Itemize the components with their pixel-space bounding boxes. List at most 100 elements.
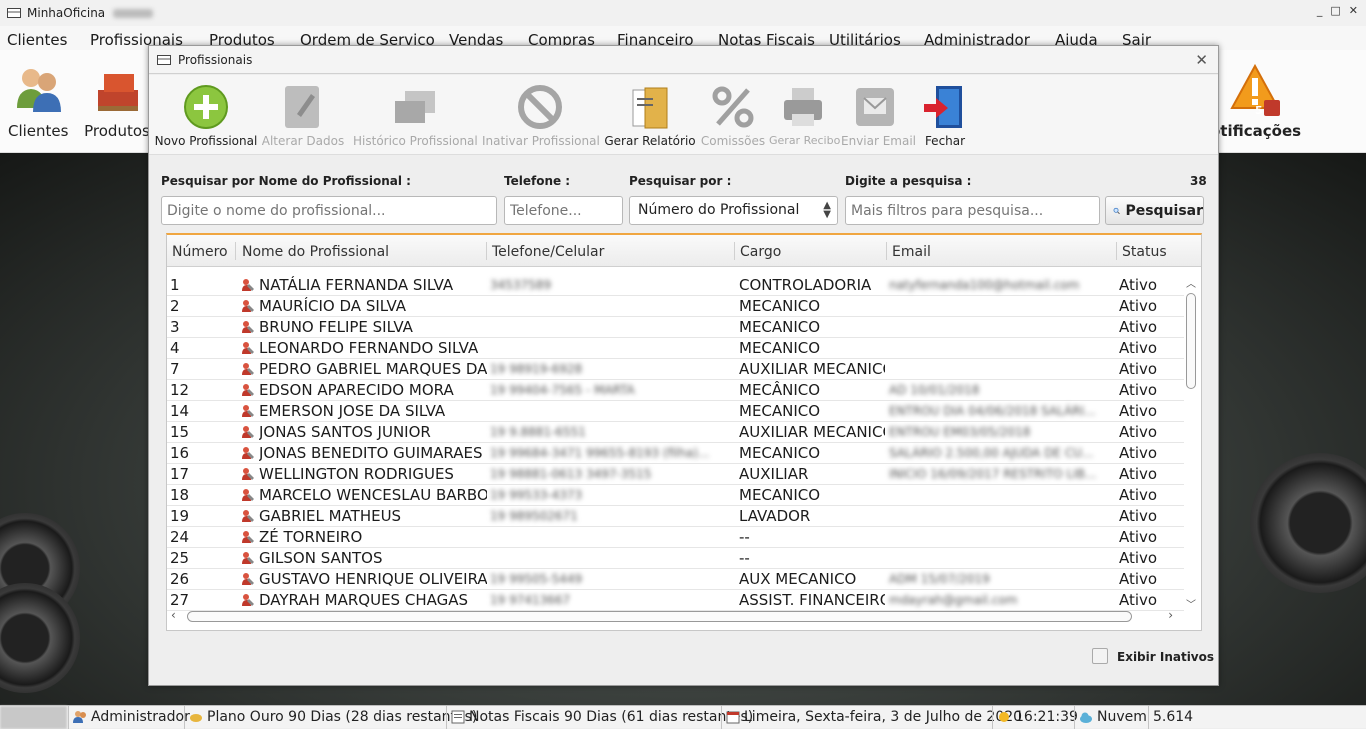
cell-cargo: MECÂNICO: [739, 381, 821, 399]
cell-email: natyfernanda100@hotmail.com: [889, 278, 1080, 292]
inativar-profissional-label: Inativar Profissional: [482, 134, 600, 148]
exit-door-icon: [921, 83, 969, 131]
nome-search-input[interactable]: [161, 196, 497, 225]
scroll-up-icon[interactable]: ︿: [1186, 275, 1196, 290]
header-cargo[interactable]: Cargo: [740, 244, 781, 260]
clientes-toolbar-button[interactable]: Clientes: [8, 62, 68, 140]
novo-profissional-button[interactable]: Novo Profissional: [154, 83, 258, 148]
table-row[interactable]: 14 EMERSON JOSE DA SILVA MECANICO ENTROU DI…: [167, 401, 1184, 422]
pesquisar-por-value: Número do Profissional: [638, 202, 800, 218]
status-plano-label: Plano Ouro 90 Dias (28 dias restantes): [207, 709, 478, 725]
status-nuvem[interactable]: Nuvem: [1079, 709, 1147, 725]
boxes-icon: [90, 62, 144, 116]
table-row[interactable]: 19 GABRIEL MATHEUS 19 989502671 LAVADOR Ativ…: [167, 506, 1184, 527]
cell-numero: 7: [170, 360, 180, 378]
table-row[interactable]: 12 EDSON APARECIDO MORA 19 99404-7565 - MA…: [167, 380, 1184, 401]
blurred-user-cell: [0, 706, 67, 729]
table-row[interactable]: 25 GILSON SANTOS -- Ativo: [167, 548, 1184, 569]
enviar-email-button[interactable]: Enviar Email: [841, 83, 916, 148]
header-separator: [886, 242, 887, 260]
scrollbar-thumb[interactable]: [187, 611, 1132, 622]
table-row[interactable]: 4 LEONARDO FERNANDO SILVA MECANICO Ativo: [167, 338, 1184, 359]
header-nome[interactable]: Nome do Profissional: [242, 244, 389, 260]
cell-telefone: 19 99684-3471 99655-8193 (filha)...: [490, 446, 710, 460]
cell-nome: GABRIEL MATHEUS: [259, 507, 402, 525]
cell-telefone: 19 98919-6928: [490, 362, 583, 376]
calendar-icon: [726, 711, 740, 724]
cell-nome: BRUNO FELIPE SILVA: [259, 318, 413, 336]
table-row[interactable]: 16 JONAS BENEDITO GUIMARAES 19 99684-3471 …: [167, 443, 1184, 464]
produtos-toolbar-button[interactable]: Produtos: [84, 62, 150, 140]
scroll-left-icon[interactable]: ‹: [171, 608, 176, 622]
cell-telefone: 34537589: [490, 278, 552, 292]
cell-cargo: MECANICO: [739, 444, 821, 462]
percent-icon: [709, 83, 757, 131]
professional-icon: [241, 320, 255, 334]
cell-nome: MARCELO WENCESLAU BARBOS...: [259, 486, 487, 504]
cell-numero: 15: [170, 423, 190, 441]
table-row[interactable]: 1 NATÁLIA FERNANDA SILVA 34537589 CONTROLAD…: [167, 275, 1184, 296]
comissoes-button[interactable]: Comissões: [700, 83, 766, 148]
scroll-right-icon[interactable]: ›: [1168, 608, 1173, 622]
gerar-relatorio-button[interactable]: Gerar Relatório: [604, 83, 696, 148]
comissoes-label: Comissões: [700, 134, 766, 148]
alterar-dados-button[interactable]: Alterar Dados: [261, 83, 345, 148]
cell-nome: JONAS BENEDITO GUIMARAES: [259, 444, 483, 462]
dialog-toolbar: Novo Profissional Alterar Dados Históric…: [149, 75, 1218, 155]
header-telefone[interactable]: Telefone/Celular: [492, 244, 604, 260]
scrollbar-thumb[interactable]: [1186, 293, 1196, 389]
pesquisar-button[interactable]: Pesquisar: [1105, 196, 1204, 225]
scroll-down-icon[interactable]: ﹀: [1186, 596, 1196, 611]
fechar-button[interactable]: Fechar: [917, 83, 973, 148]
minimize-button[interactable]: _: [1317, 4, 1323, 17]
table-row[interactable]: 24 ZÉ TORNEIRO -- Ativo: [167, 527, 1184, 548]
notificacoes-toolbar-button[interactable]: 5 otificações: [1210, 62, 1301, 140]
status-bar: Administrador Plano Ouro 90 Dias (28 dia…: [0, 705, 1366, 729]
status-hora: 16:21:39: [997, 709, 1078, 725]
cell-telefone: 19 97413667: [490, 593, 571, 607]
cell-numero: 4: [170, 339, 180, 357]
professional-icon: [241, 509, 255, 523]
horizontal-scrollbar[interactable]: ‹ ›: [171, 608, 1183, 624]
result-count: 38: [1190, 174, 1207, 188]
dialog-close-button[interactable]: ✕: [1195, 51, 1208, 69]
cell-nome: ZÉ TORNEIRO: [259, 528, 363, 546]
table-row[interactable]: 7 PEDRO GABRIEL MARQUES DA ... 19 98919-69…: [167, 359, 1184, 380]
menu-clientes[interactable]: Clientes: [7, 31, 67, 49]
cell-email: SALÁRIO 2.500,00 AJUDA DE CU...: [889, 446, 1094, 460]
table-row[interactable]: 17 WELLINGTON RODRIGUES 19 98881-0613 3497…: [167, 464, 1184, 485]
close-button[interactable]: ✕: [1349, 4, 1358, 17]
pesquisar-label: Pesquisar: [1125, 202, 1203, 219]
dialog-titlebar: Profissionais ✕: [149, 46, 1218, 74]
header-email[interactable]: Email: [892, 244, 931, 260]
exibir-inativos-checkbox[interactable]: [1092, 648, 1108, 664]
professional-icon: [241, 593, 255, 607]
cell-status: Ativo: [1119, 423, 1158, 441]
header-numero[interactable]: Número: [172, 244, 228, 260]
user-name-blurred: [113, 8, 154, 18]
pesquisar-por-select[interactable]: Número do Profissional ▲ ▼: [629, 196, 838, 225]
table-row[interactable]: 15 JONAS SANTOS JUNIOR 19 9.8881-6551 AUXIL…: [167, 422, 1184, 443]
table-row[interactable]: 3 BRUNO FELIPE SILVA MECANICO Ativo: [167, 317, 1184, 338]
table-row[interactable]: 18 MARCELO WENCESLAU BARBOS...19 99533-43…: [167, 485, 1184, 506]
cell-status: Ativo: [1119, 402, 1158, 420]
table-row[interactable]: 26 GUSTAVO HENRIQUE OLIVEIRA 19 99505-5449…: [167, 569, 1184, 590]
cell-cargo: --: [739, 528, 750, 546]
professional-icon: [241, 362, 255, 376]
table-row[interactable]: 2 MAURÍCIO DA SILVA MECANICO Ativo: [167, 296, 1184, 317]
professional-icon: [241, 446, 255, 460]
restore-button[interactable]: □: [1330, 4, 1340, 17]
telefone-search-input[interactable]: [504, 196, 623, 225]
professional-icon: [241, 572, 255, 586]
cell-status: Ativo: [1119, 276, 1158, 294]
inativar-profissional-button[interactable]: Inativar Profissional: [482, 83, 600, 148]
tire-image: [1250, 453, 1366, 593]
historico-profissional-button[interactable]: Histórico Profissional: [353, 83, 478, 148]
spinner-arrows-icon: ▲ ▼: [823, 200, 831, 220]
report-folder-icon: [626, 83, 674, 131]
header-status[interactable]: Status: [1122, 244, 1167, 260]
mais-filtros-input[interactable]: [845, 196, 1100, 225]
cell-cargo: AUXILIAR MECANICO: [739, 423, 885, 441]
gerar-recibo-button[interactable]: Gerar Recibo: [769, 83, 840, 147]
vertical-scrollbar[interactable]: ︿ ﹀: [1185, 275, 1197, 611]
